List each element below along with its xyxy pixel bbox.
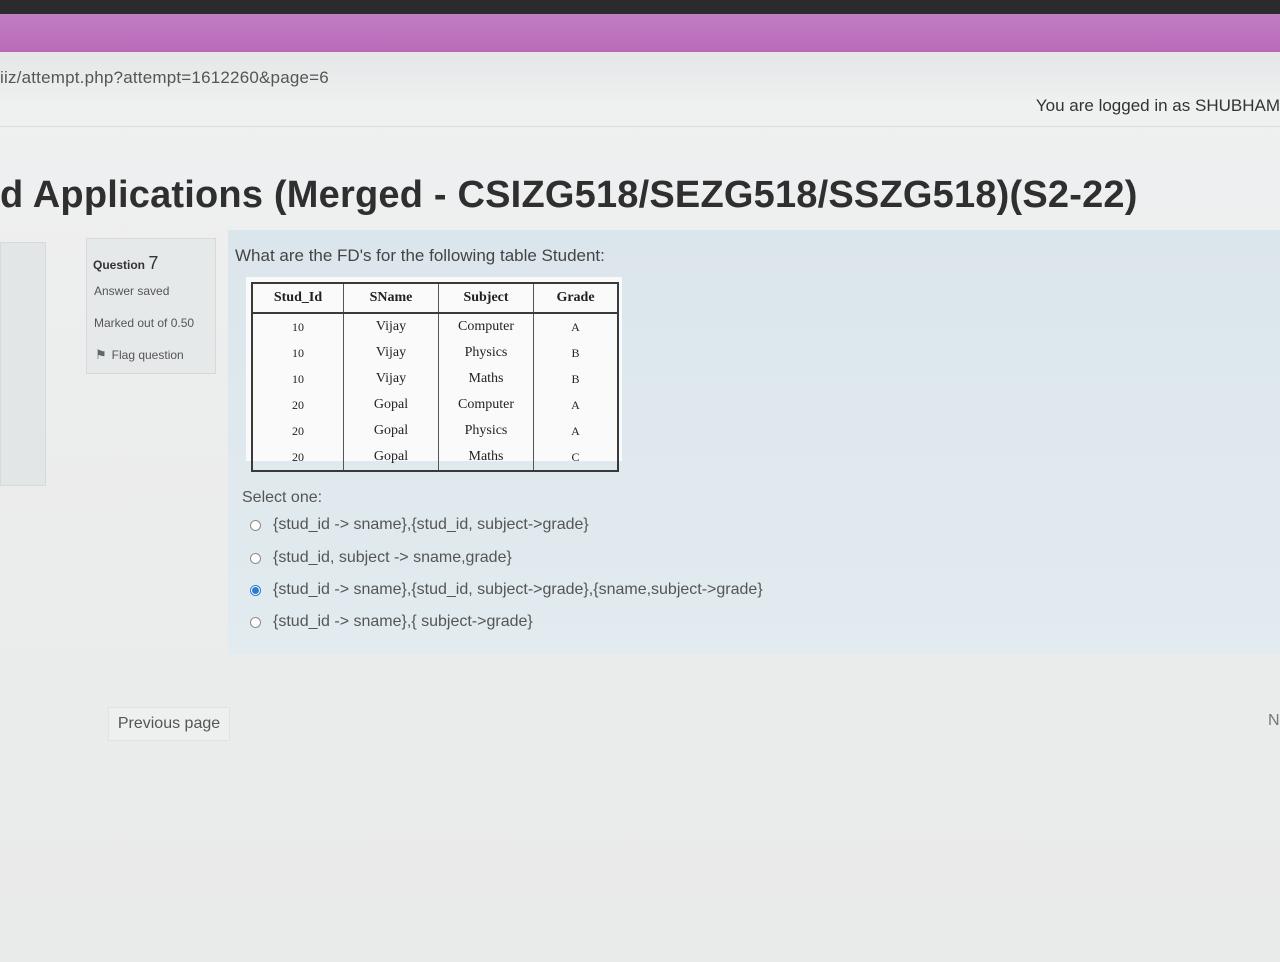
table-cell: Vijay — [343, 340, 439, 366]
radio-button-selected[interactable] — [250, 584, 261, 596]
flag-question-label[interactable]: Flag question — [112, 348, 184, 362]
radio-button[interactable] — [250, 552, 261, 564]
table-cell: 10 — [252, 366, 344, 392]
url-text[interactable]: iiz/attempt.php?attempt=1612260&page=6 — [0, 68, 329, 88]
answer-status: Answer saved — [94, 284, 170, 298]
question-info-panel: Question 7 Answer saved Marked out of 0.… — [86, 238, 216, 374]
next-page-button[interactable]: N — [1268, 712, 1280, 730]
table-header-cell: Stud_Id — [252, 283, 344, 314]
table-cell: A — [571, 319, 580, 334]
answer-option-2[interactable]: {stud_id, subject -> sname,grade} — [250, 549, 512, 567]
marked-out-of: Marked out of 0.50 — [94, 316, 195, 330]
table-header-cell: SName — [343, 283, 439, 314]
table-cell: Gopal — [343, 444, 439, 471]
table-header-row: Stud_Id SName Subject Grade — [252, 283, 618, 314]
table-header-cell: Grade — [533, 283, 618, 314]
question-text: What are the FD's for the following tabl… — [235, 246, 605, 265]
table-cell: Vijay — [343, 366, 439, 392]
table-row: 10 Vijay Computer A — [252, 313, 618, 340]
answer-option-3[interactable]: {stud_id -> sname},{stud_id, subject->gr… — [250, 581, 763, 599]
table-cell: 10 — [252, 313, 344, 340]
table-cell: 20 — [252, 444, 344, 471]
radio-button[interactable] — [250, 519, 261, 531]
question-label: Question — [93, 258, 146, 272]
answer-option-label[interactable]: {stud_id, subject -> sname,grade} — [273, 549, 512, 567]
table-cell: B — [571, 371, 580, 386]
monitor-bezel — [0, 0, 1280, 14]
question-number-value: 7 — [148, 253, 159, 273]
answer-option-1[interactable]: {stud_id -> sname},{stud_id, subject->gr… — [250, 516, 589, 534]
answer-option-label[interactable]: {stud_id -> sname},{stud_id, subject->gr… — [273, 516, 589, 534]
header-divider — [0, 126, 1280, 127]
table-cell: Physics — [438, 340, 534, 366]
student-table: Stud_Id SName Subject Grade 10 Vijay Com… — [251, 282, 619, 472]
question-number: Question 7 — [93, 253, 158, 274]
logged-in-text: You are logged in as SHUBHAM — [1035, 96, 1280, 115]
answer-option-label[interactable]: {stud_id -> sname},{stud_id, subject->gr… — [273, 581, 763, 599]
table-cell: 20 — [252, 418, 344, 444]
table-cell: Computer — [438, 313, 534, 340]
answer-option-label[interactable]: {stud_id -> sname},{ subject->grade} — [273, 613, 533, 631]
side-block — [0, 242, 46, 486]
course-title: d Applications (Merged - CSIZG518/SEZG51… — [0, 174, 1138, 216]
table-cell: Maths — [438, 366, 534, 392]
table-row: 10 Vijay Maths B — [252, 366, 618, 392]
select-one-label: Select one: — [242, 489, 323, 506]
table-cell: Maths — [438, 444, 534, 471]
table-cell: A — [571, 397, 580, 412]
table-row: 10 Vijay Physics B — [252, 340, 618, 366]
table-cell: C — [571, 449, 580, 464]
radio-button[interactable] — [250, 616, 261, 628]
table-row: 20 Gopal Physics A — [252, 418, 618, 444]
table-cell: Gopal — [343, 418, 439, 444]
flag-question-link[interactable]: ⚑ Flag question — [95, 347, 184, 363]
table-cell: 20 — [252, 392, 344, 418]
flag-icon[interactable]: ⚑ — [95, 347, 107, 363]
table-cell: B — [571, 345, 580, 360]
previous-page-button[interactable]: Previous page — [108, 707, 230, 741]
table-cell: Vijay — [343, 313, 439, 340]
table-cell: Gopal — [343, 392, 439, 418]
table-row: 20 Gopal Maths C — [252, 444, 618, 471]
table-row: 20 Gopal Computer A — [252, 392, 618, 418]
table-header-cell: Subject — [438, 283, 534, 314]
browser-tab-bar — [0, 14, 1280, 52]
table-cell: Physics — [438, 418, 534, 444]
table-cell: A — [571, 423, 580, 438]
table-cell: Computer — [438, 392, 534, 418]
table-cell: 10 — [252, 340, 344, 366]
answer-option-4[interactable]: {stud_id -> sname},{ subject->grade} — [250, 613, 533, 631]
